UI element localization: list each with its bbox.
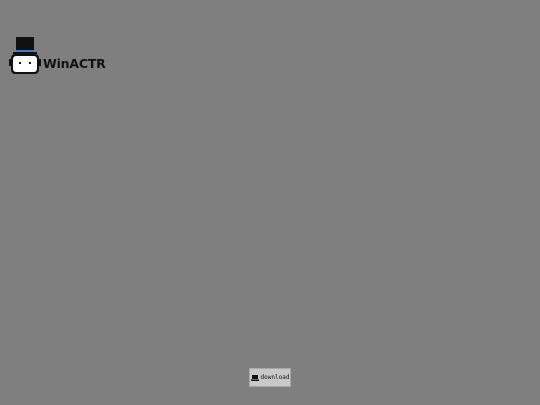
page: WinACTR download [0,0,540,405]
laptop-icon [250,374,259,381]
download-button[interactable]: download [249,368,291,387]
brand-name: WinACTR [43,56,106,71]
logo: WinACTR [9,37,106,75]
mascot-top-hat-icon [9,37,41,74]
download-label: download [260,373,290,381]
